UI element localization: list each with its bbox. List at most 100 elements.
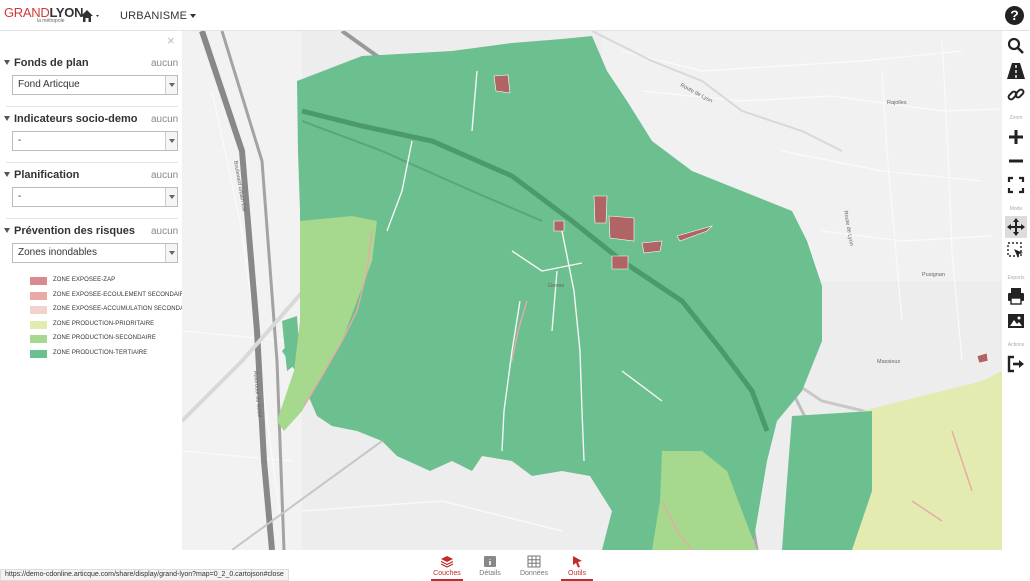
zone-exposee-zap[interactable] [553, 220, 565, 232]
legend-item: ZONE EXPOSEE-ZAP [30, 275, 182, 290]
group-title: Fonds de plan [14, 57, 89, 69]
zoom-in-button[interactable] [1005, 126, 1027, 148]
selection-cursor-icon [1007, 242, 1023, 258]
chevron-down-icon [165, 76, 177, 94]
pan-mode-button[interactable] [1005, 216, 1027, 238]
fonds-de-plan-select[interactable]: Fond Articque [12, 75, 178, 95]
legend-swatch [30, 277, 47, 285]
map-urban-area [182, 31, 302, 550]
place-label: Rajolles [887, 100, 907, 106]
tab-label: Couches [433, 570, 461, 577]
table-icon [527, 555, 541, 568]
prevention-risques-select[interactable]: Zones inondables [12, 243, 178, 263]
expand-icon [1007, 176, 1025, 194]
legend-item: ZONE EXPOSEE-ECOULEMENT SECONDAIRE [30, 290, 182, 305]
app-window: GRANDLYON la métropole URBANISME ? × Fon… [0, 0, 1030, 581]
place-label: Genas [548, 283, 564, 289]
group-toggle-indicateurs[interactable]: Indicateurs socio-demo [4, 113, 137, 125]
exit-button[interactable] [1005, 353, 1027, 375]
section-label: Zoom [1009, 115, 1023, 121]
place-label: Massieux [877, 359, 900, 365]
legend-label: ZONE EXPOSEE-ECOULEMENT SECONDAIRE [53, 291, 182, 298]
select-value: Fond Articque [18, 79, 80, 90]
legend-item: ZONE EXPOSEE-ACCUMULATION SECONDAIRE [30, 304, 182, 319]
image-icon [1008, 314, 1024, 328]
select-value: - [18, 135, 22, 146]
move-icon [1007, 218, 1025, 236]
divider [6, 162, 178, 163]
aucun-link[interactable]: aucun [151, 170, 178, 181]
section-label: Actions [1007, 342, 1025, 348]
legend-label: ZONE EXPOSEE-ACCUMULATION SECONDAIRE [53, 306, 182, 313]
select-mode-button[interactable] [1005, 240, 1027, 262]
layers-icon [440, 556, 454, 568]
place-label: Pusignan [922, 272, 945, 278]
map-toolbar: Zoom Mode Exports Actions [1002, 31, 1030, 550]
info-icon [484, 556, 496, 567]
group-title: Planification [14, 169, 80, 181]
urbanisme-menu[interactable]: URBANISME [120, 10, 197, 22]
zone-production-tertiaire[interactable] [782, 411, 872, 550]
legend-item: ZONE PRODUCTION-SECONDAIRE [30, 333, 182, 348]
zone-exposee-zap[interactable] [608, 215, 635, 242]
legend-item: ZONE PRODUCTION-TERTIAIRE [30, 348, 182, 363]
export-image-button[interactable] [1005, 310, 1027, 332]
indicateurs-select[interactable]: - [12, 131, 178, 151]
group-toggle-prevention-risques[interactable]: Prévention des risques [4, 225, 135, 237]
group-toggle-planification[interactable]: Planification [4, 169, 79, 181]
search-button[interactable] [1005, 35, 1027, 57]
group-toggle-fonds-de-plan[interactable]: Fonds de plan [4, 57, 89, 69]
zone-exposee-zap[interactable] [593, 195, 608, 224]
triangle-down-icon [4, 116, 10, 121]
link-icon [1007, 88, 1025, 101]
layers-panel: × Fonds de plan aucun Fond Articque Indi… [0, 31, 182, 571]
legend-swatch [30, 291, 47, 300]
group-title: Prévention des risques [14, 225, 136, 237]
search-icon [1007, 37, 1024, 54]
section-label: Exports [1007, 275, 1025, 281]
tab-outils[interactable]: Outils [557, 554, 597, 581]
select-value: Zones inondables [18, 247, 97, 258]
road-icon [1007, 63, 1025, 79]
cursor-icon [573, 556, 582, 568]
divider [6, 106, 178, 107]
fullscreen-button[interactable] [1005, 174, 1027, 196]
zone-exposee-zap[interactable] [641, 240, 663, 254]
triangle-down-icon [4, 172, 10, 177]
print-icon [1008, 288, 1024, 305]
aucun-link[interactable]: aucun [151, 114, 178, 125]
legend-swatch [30, 320, 47, 329]
map-legend: ZONE EXPOSEE-ZAP ZONE EXPOSEE-ECOULEMENT … [30, 275, 182, 363]
aucun-link[interactable]: aucun [151, 58, 178, 69]
tab-donnees[interactable]: Données [514, 554, 554, 581]
planification-select[interactable]: - [12, 187, 178, 207]
tab-label: Données [519, 570, 549, 577]
map-view[interactable]: Genas Pusignan Rajolles Massieux Route d… [182, 31, 1002, 550]
triangle-down-icon [4, 228, 10, 233]
divider [6, 218, 178, 219]
legend-item: ZONE PRODUCTION-PRIORITAIRE [30, 319, 182, 334]
status-url: https://demo-cdonline.articque.com/share… [0, 569, 289, 581]
help-button[interactable]: ? [1005, 6, 1024, 25]
logo-subtitle: la métropole [37, 18, 65, 24]
tab-details[interactable]: Détails [470, 554, 510, 581]
sign-out-icon [1007, 355, 1024, 373]
print-button[interactable] [1005, 285, 1027, 307]
zoom-out-button[interactable] [1005, 150, 1027, 172]
select-value: - [18, 191, 22, 202]
minus-icon [1009, 159, 1023, 163]
aucun-link[interactable]: aucun [151, 226, 178, 237]
legend-label: ZONE PRODUCTION-PRIORITAIRE [53, 320, 155, 327]
zone-exposee-zap[interactable] [493, 74, 511, 94]
legend-swatch [30, 306, 47, 315]
home-menu-button[interactable] [80, 8, 102, 24]
close-panel-button[interactable]: × [167, 33, 175, 48]
map-canvas[interactable]: Genas Pusignan Rajolles Massieux Route d… [182, 31, 1002, 550]
tab-label: Outils [568, 570, 586, 577]
road-button[interactable] [1005, 60, 1027, 82]
zone-exposee-zap[interactable] [611, 255, 629, 270]
home-icon [81, 10, 99, 22]
legend-label: ZONE EXPOSEE-ZAP [53, 277, 116, 283]
tab-couches[interactable]: Couches [427, 554, 467, 581]
share-link-button[interactable] [1005, 84, 1027, 106]
